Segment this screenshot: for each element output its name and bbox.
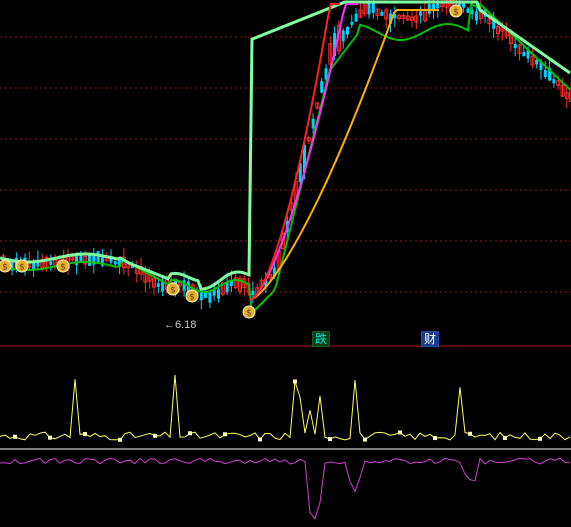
- candle: [358, 2, 363, 19]
- candle: [315, 102, 320, 110]
- candle: [341, 28, 345, 49]
- candle: [375, 8, 380, 21]
- indicator-marker: [363, 437, 367, 442]
- svg-text:$: $: [453, 8, 459, 18]
- indicator-marker: [188, 431, 192, 436]
- candle: [517, 44, 522, 61]
- indicator-sub-line: [0, 457, 570, 520]
- svg-text:$: $: [189, 293, 195, 303]
- indicator-marker: [153, 433, 157, 438]
- ma-fast-line: [249, 3, 340, 301]
- indicator-marker: [223, 432, 227, 437]
- svg-text:$: $: [2, 263, 8, 273]
- candle: [134, 260, 139, 283]
- money-bag-icon: $: [166, 282, 180, 296]
- candle: [401, 13, 406, 25]
- candle: [161, 276, 165, 296]
- indicator-marker: [538, 436, 542, 441]
- indicator-marker: [13, 434, 17, 439]
- money-bag-icon: $: [0, 259, 12, 273]
- candle: [405, 11, 410, 21]
- candle: [92, 247, 96, 274]
- stock-chart-window[interactable]: $ $ $ $ $ $ $ 跌 财 ←6.18: [0, 0, 571, 527]
- money-bag-icon: $: [56, 259, 70, 273]
- indicator-marker: [433, 436, 437, 441]
- svg-text:$: $: [60, 263, 66, 273]
- candle: [564, 86, 569, 109]
- candle: [320, 77, 324, 94]
- money-bag-icon: $: [242, 305, 256, 319]
- indicator-marker: [468, 431, 472, 436]
- indicator-marker: [328, 437, 332, 442]
- indicator-marker: [258, 437, 262, 442]
- candle: [242, 274, 247, 296]
- candle: [466, 6, 470, 14]
- indicator-marker: [398, 430, 402, 435]
- candle: [306, 136, 311, 145]
- indicator-marker: [83, 432, 87, 437]
- candle: [397, 13, 402, 22]
- candle: [410, 9, 414, 28]
- candle: [414, 9, 419, 30]
- money-bag-icon: $: [449, 4, 463, 18]
- svg-text:$: $: [19, 263, 25, 273]
- svg-text:$: $: [246, 309, 252, 319]
- candle: [419, 6, 423, 24]
- indicator-marker: [503, 435, 507, 440]
- money-bag-icon: $: [185, 289, 199, 303]
- candle: [422, 0, 427, 23]
- tag-cai-label: 财: [421, 331, 440, 347]
- candle: [36, 250, 40, 269]
- candle: [393, 6, 397, 28]
- indicator-marker: [293, 379, 297, 384]
- candle: [380, 9, 384, 16]
- indicator-marker: [118, 437, 122, 442]
- indicator-marker: [48, 435, 52, 440]
- money-bag-icon: $: [15, 259, 29, 273]
- candle: [354, 8, 358, 22]
- candle: [96, 250, 100, 264]
- indicator-main-line: [0, 375, 571, 441]
- tag-die-label: 跌: [312, 331, 331, 347]
- candle: [384, 7, 389, 29]
- candle: [208, 292, 212, 309]
- candle: [350, 14, 354, 29]
- candle: [238, 275, 242, 295]
- price-chart-svg[interactable]: $ $ $ $ $ $ $: [0, 0, 571, 527]
- svg-text:$: $: [170, 286, 176, 296]
- candle: [49, 254, 53, 272]
- low-price-label: ←6.18: [164, 319, 197, 331]
